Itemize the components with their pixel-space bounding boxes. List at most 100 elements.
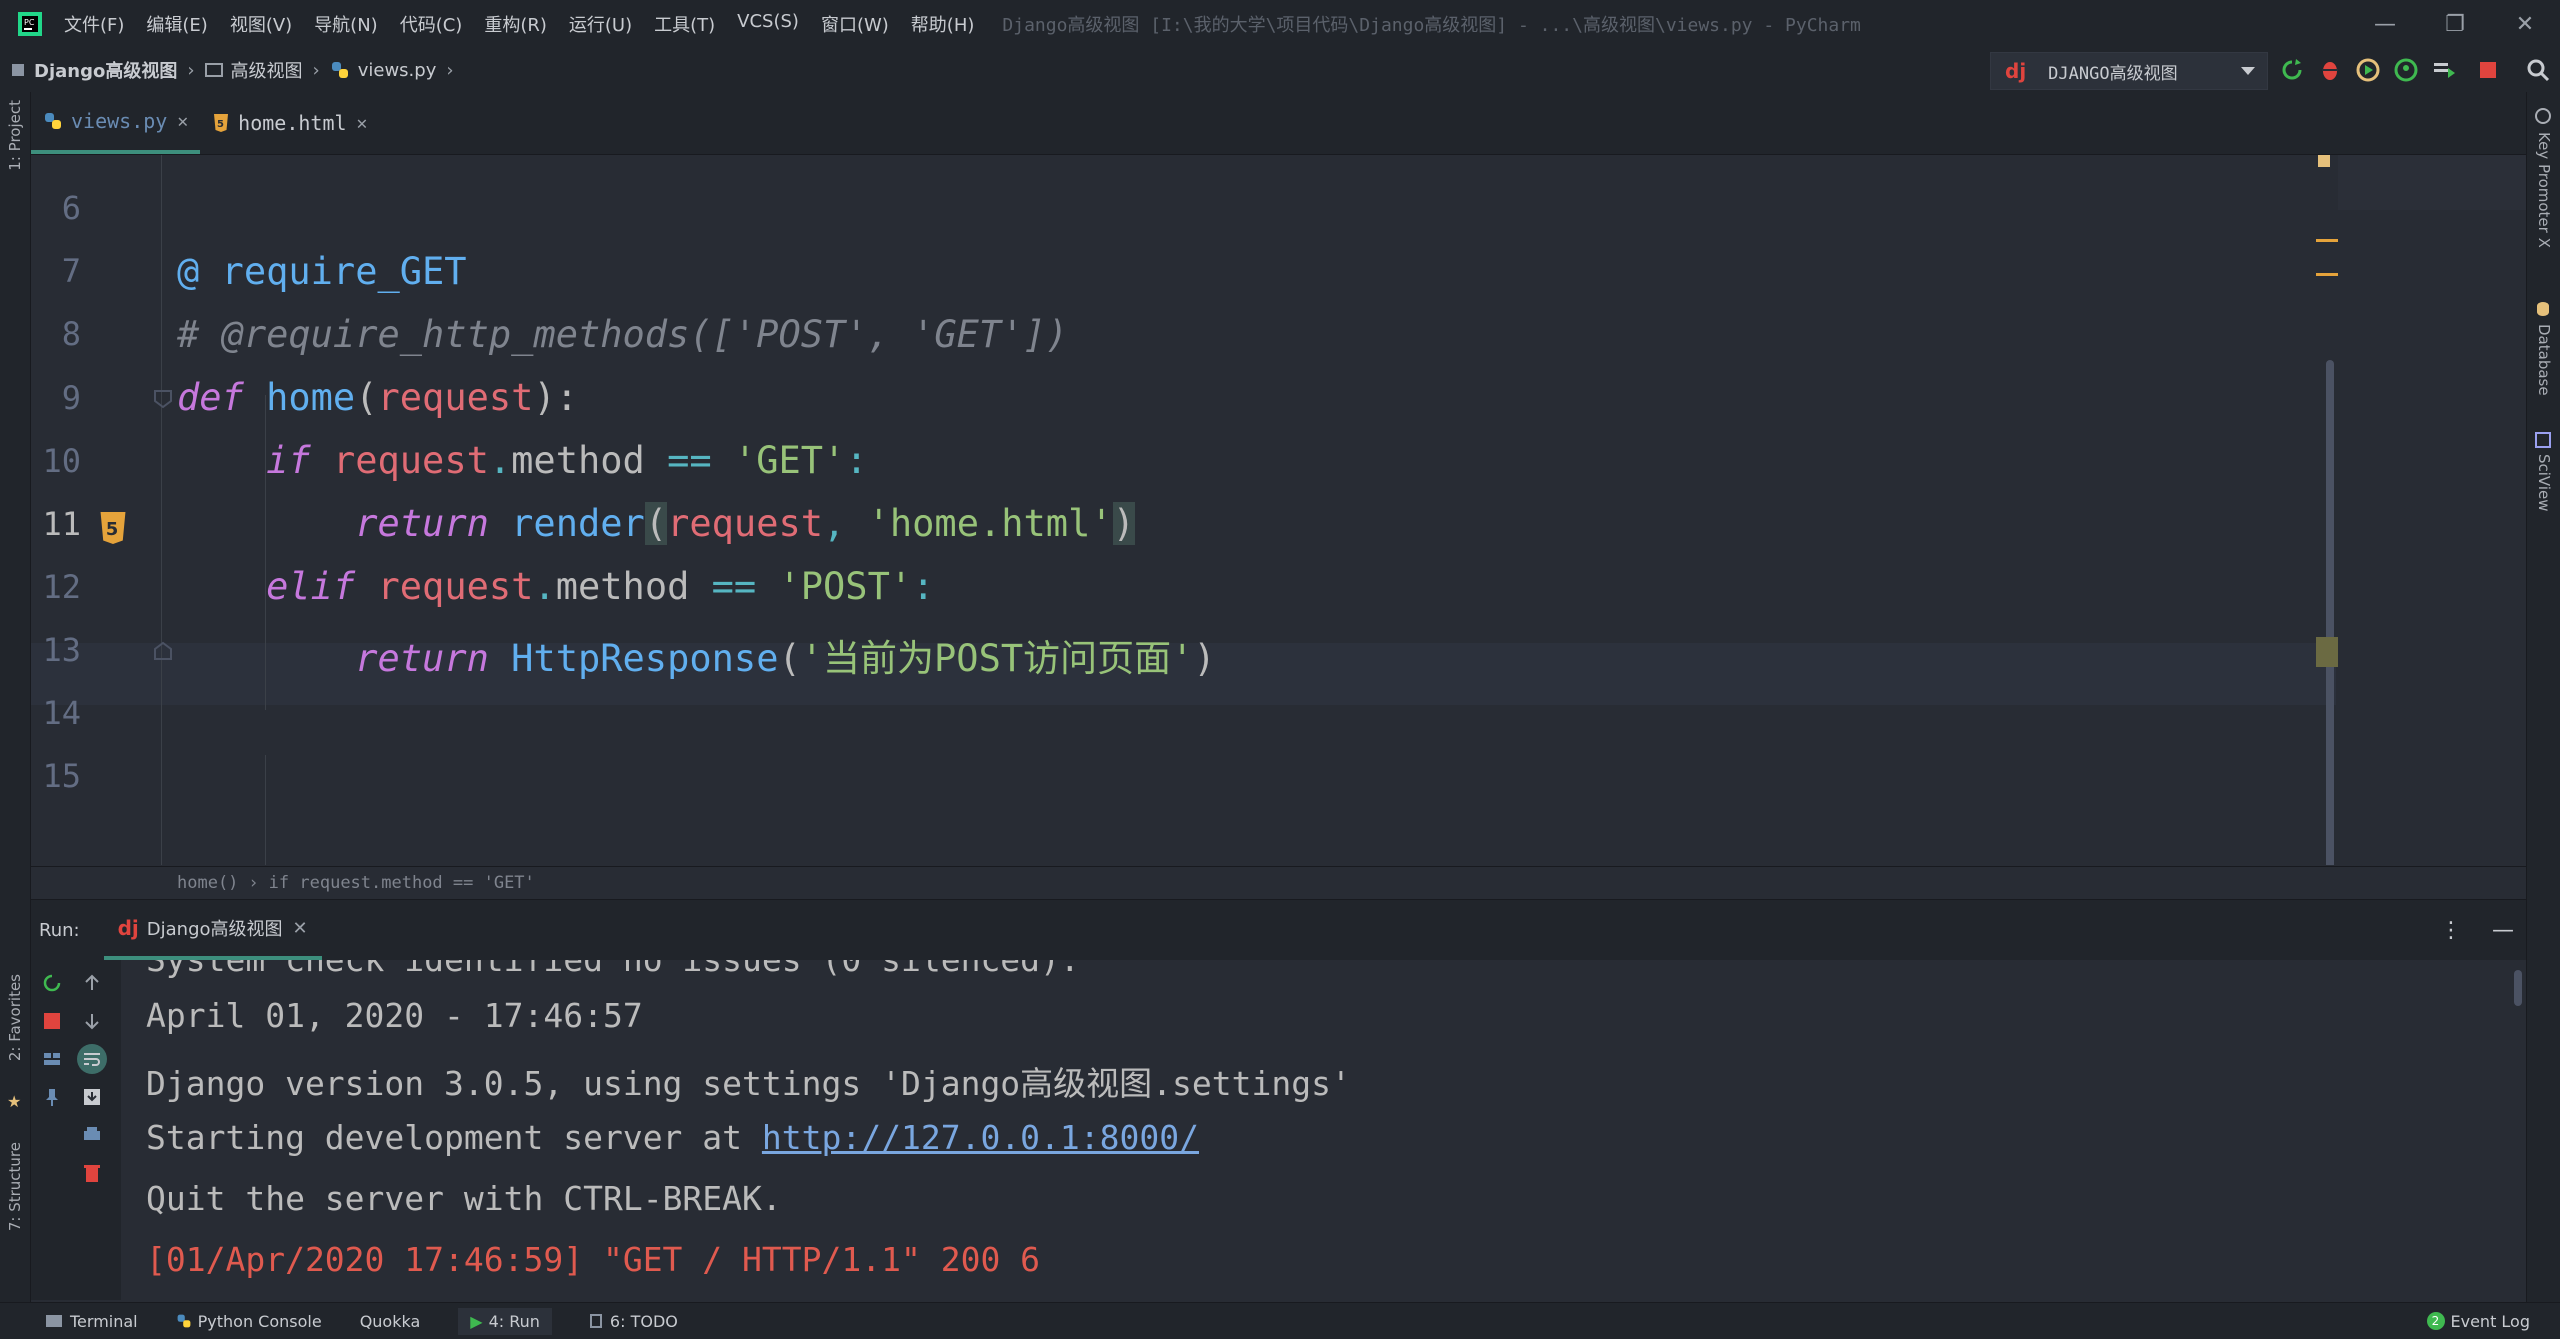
debug-icon[interactable] <box>2316 56 2344 84</box>
run-tab-django[interactable]: dj Django高级视图 ✕ <box>103 900 322 960</box>
run-icon: ▶ <box>470 1311 483 1331</box>
console-line: System check identified no issues (0 sil… <box>146 960 1080 979</box>
breadcrumb-function[interactable]: home() <box>177 873 238 893</box>
code-editor[interactable]: 6 7 8 9 10 11 12 13 14 15 5 @ require_GE… <box>31 155 2526 865</box>
fold-icon[interactable] <box>151 639 175 663</box>
python-console-label: Python Console <box>197 1311 322 1331</box>
stop-icon[interactable] <box>41 1010 63 1032</box>
editor-breadcrumb: home() › if request.method == 'GET' <box>31 866 2526 899</box>
breadcrumb-folder[interactable]: 高级视图 <box>231 57 303 83</box>
pin-icon[interactable] <box>41 1086 63 1108</box>
console-line: Django version 3.0.5, using settings 'Dj… <box>146 1064 1351 1103</box>
stop-icon[interactable] <box>2474 56 2502 84</box>
menu-help[interactable]: 帮助(H) <box>911 11 975 37</box>
hide-panel-icon[interactable]: — <box>2492 918 2514 943</box>
project-tool-window[interactable]: 1: Project <box>6 100 24 171</box>
clear-all-icon[interactable] <box>81 1162 103 1184</box>
soft-wrap-toggle[interactable] <box>77 1044 107 1074</box>
sciview-tool-window[interactable]: SciView <box>2535 454 2553 512</box>
close-tab-icon[interactable]: ✕ <box>293 918 308 939</box>
tab-views-py[interactable]: views.py ✕ <box>31 92 201 154</box>
code-minimap[interactable] <box>2338 155 2526 210</box>
python-icon <box>177 1314 191 1328</box>
minimize-icon[interactable]: — <box>2350 12 2420 37</box>
line-number: 15 <box>42 757 81 795</box>
fold-icon[interactable] <box>151 387 175 411</box>
rerun-icon[interactable] <box>41 972 63 994</box>
console-scrollbar[interactable] <box>2514 970 2522 1006</box>
arrow-down-icon[interactable] <box>81 1010 103 1032</box>
run-toolbar <box>31 960 121 1300</box>
terminal-tool-window[interactable]: Terminal <box>46 1312 138 1331</box>
warning-marker[interactable] <box>2316 239 2338 242</box>
menu-run[interactable]: 运行(U) <box>569 11 632 37</box>
menu-navigate[interactable]: 导航(N) <box>314 11 378 37</box>
server-url-link[interactable]: http://127.0.0.1:8000/ <box>762 1118 1199 1157</box>
database-tool-window[interactable]: Database <box>2535 324 2553 396</box>
html-template-gutter-icon[interactable]: 5 <box>97 510 129 546</box>
window-title: Django高级视图 [I:\我的大学\项目代码\Django高级视图] - .… <box>1002 15 1861 36</box>
tab-label: views.py <box>71 109 168 133</box>
run-with-concurrency-icon[interactable] <box>2430 56 2458 84</box>
bottom-tool-bar: Terminal Python Console Quokka ▶ 4: Run … <box>0 1302 2560 1339</box>
close-tab-icon[interactable]: ✕ <box>357 113 368 134</box>
menu-refactor[interactable]: 重构(R) <box>484 11 547 37</box>
breadcrumb-file[interactable]: views.py <box>358 60 437 81</box>
close-tab-icon[interactable]: ✕ <box>177 111 188 132</box>
event-log-tool-window[interactable]: 2 Event Log <box>2426 1312 2530 1331</box>
project-folder-icon <box>12 64 24 76</box>
menu-vcs[interactable]: VCS(S) <box>737 11 799 37</box>
scroll-to-end-icon[interactable] <box>81 1086 103 1108</box>
run-tool-window[interactable]: ▶ 4: Run <box>458 1307 552 1335</box>
gutter-divider <box>161 155 162 865</box>
close-icon[interactable]: ✕ <box>2490 12 2560 37</box>
menu-view[interactable]: 视图(V) <box>230 11 292 37</box>
line-number: 13 <box>42 631 81 669</box>
structure-tool-window[interactable]: 7: Structure <box>6 1142 24 1231</box>
python-file-icon <box>331 62 348 78</box>
menu-edit[interactable]: 编辑(E) <box>146 11 207 37</box>
key-promoter-icon <box>2535 108 2551 124</box>
rerun-icon[interactable] <box>2278 56 2306 84</box>
tab-home-html[interactable]: 5 home.html ✕ <box>200 92 379 154</box>
scroll-thumb[interactable] <box>2316 637 2338 667</box>
editor-scrollbar[interactable] <box>2326 360 2334 865</box>
restore-icon[interactable]: ❐ <box>2420 12 2490 37</box>
coverage-icon[interactable] <box>2354 56 2382 84</box>
menu-code[interactable]: 代码(C) <box>400 11 463 37</box>
todo-tool-window[interactable]: 6: TODO <box>589 1312 678 1331</box>
quokka-tool-window[interactable]: Quokka <box>360 1312 421 1331</box>
more-options-icon[interactable]: ⋮ <box>2440 918 2462 943</box>
search-icon[interactable] <box>2524 56 2552 84</box>
arrow-up-icon[interactable] <box>81 972 103 994</box>
menu-window[interactable]: 窗口(W) <box>821 11 889 37</box>
python-file-icon <box>45 113 61 129</box>
favorites-tool-window[interactable]: 2: Favorites <box>6 974 24 1061</box>
breadcrumb-project[interactable]: Django高级视图 <box>34 57 177 83</box>
event-count-badge: 2 <box>2426 1312 2445 1330</box>
menu-tools[interactable]: 工具(T) <box>654 11 715 37</box>
run-label: 4: Run <box>488 1311 540 1331</box>
layout-icon[interactable] <box>41 1048 63 1070</box>
line-number: 14 <box>42 694 81 732</box>
console-line: April 01, 2020 - 17:46:57 <box>146 996 643 1035</box>
console-line: Quit the server with CTRL-BREAK. <box>146 1179 782 1218</box>
run-configuration-select[interactable]: dj DJANGO高级视图 <box>1990 52 2268 90</box>
profile-icon[interactable] <box>2392 56 2420 84</box>
key-promoter-tool-window[interactable]: Key Promoter X <box>2535 132 2553 248</box>
inspection-warning-icon[interactable] <box>2318 155 2330 167</box>
database-icon <box>2537 302 2549 316</box>
breadcrumb-statement[interactable]: if request.method == 'GET' <box>269 873 535 893</box>
code-line-9: def home(request): <box>177 376 578 419</box>
pycharm-logo-icon: PC <box>18 12 42 36</box>
run-tab-label: Django高级视图 <box>146 919 283 940</box>
menu-file[interactable]: 文件(F) <box>64 11 124 37</box>
python-console-tool-window[interactable]: Python Console <box>176 1312 322 1331</box>
star-icon: ★ <box>7 1092 22 1111</box>
print-icon[interactable] <box>81 1124 103 1146</box>
run-console[interactable]: System check identified no issues (0 sil… <box>122 960 2526 1300</box>
warning-marker[interactable] <box>2316 273 2338 276</box>
django-icon: dj <box>2005 59 2027 83</box>
console-line-request-log: [01/Apr/2020 17:46:59] "GET / HTTP/1.1" … <box>146 1240 1041 1279</box>
svg-text:5: 5 <box>106 520 118 540</box>
